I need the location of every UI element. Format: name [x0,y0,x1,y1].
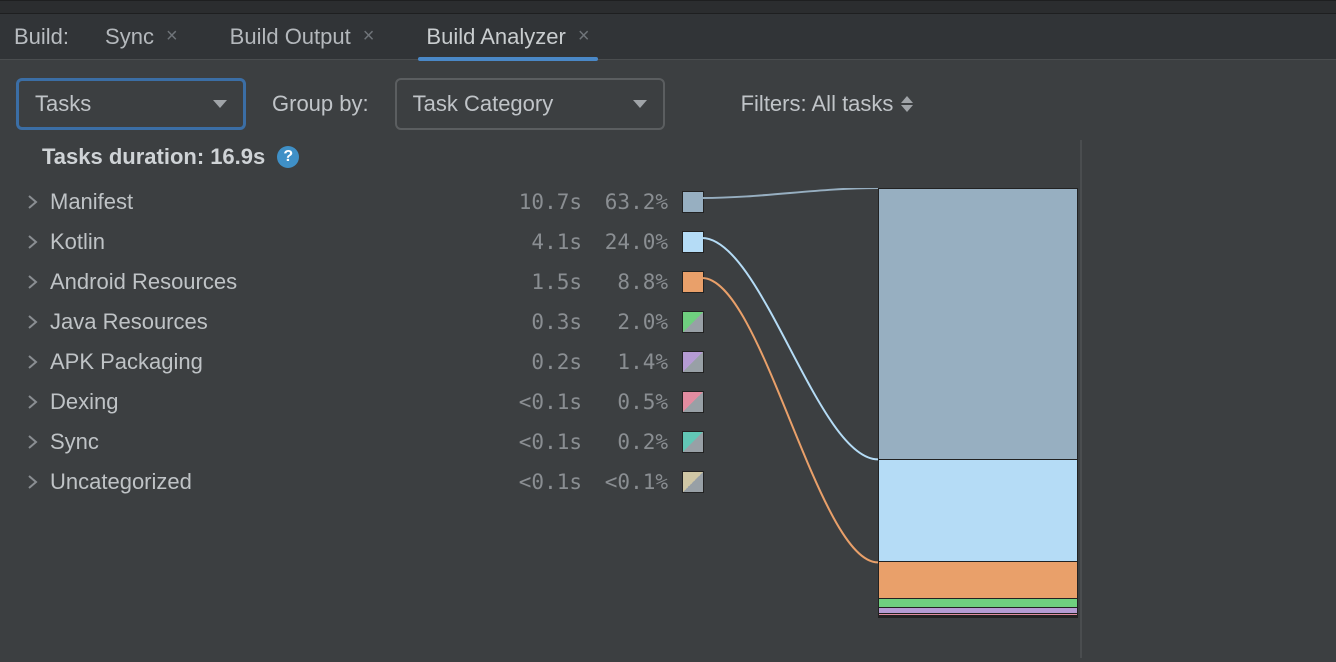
category-name: Android Resources [42,269,502,295]
category-duration: 4.1s [502,230,582,254]
category-duration: <0.1s [502,390,582,414]
color-swatch [682,431,704,453]
group-by-dropdown[interactable]: Task Category [395,78,665,130]
category-percent: 2.0% [588,310,668,334]
tasks-panel: Tasks duration: 16.9s ? Manifest10.7s63.… [0,140,1082,658]
chevron-right-icon [24,235,42,249]
help-icon[interactable]: ? [277,146,299,168]
title-value: 16.9s [210,144,265,170]
group-by-label: Group by: [272,91,369,117]
tab-sync[interactable]: Sync × [97,14,186,60]
dropdown-value: Task Category [413,91,554,117]
close-icon[interactable]: × [363,25,375,48]
tab-label: Build Output [230,24,351,50]
dropdown-value: Tasks [35,91,91,117]
filters-label: Filters: All tasks [741,91,894,117]
tasks-duration-title: Tasks duration: 16.9s ? [24,144,1080,178]
category-name: Manifest [42,189,502,215]
ide-top-strip [0,0,1336,14]
category-duration: 0.3s [502,310,582,334]
color-swatch [682,471,704,493]
category-name: Java Resources [42,309,502,335]
stack-segment [879,616,1077,617]
category-name: Sync [42,429,502,455]
category-percent: 63.2% [588,190,668,214]
category-percent: 0.2% [588,430,668,454]
color-swatch [682,231,704,253]
controls-row: Tasks Group by: Task Category Filters: A… [0,60,1336,140]
build-label: Build: [14,24,69,50]
category-duration: <0.1s [502,430,582,454]
category-name: APK Packaging [42,349,502,375]
category-duration: 1.5s [502,270,582,294]
tab-label: Sync [105,24,154,50]
tab-build-output[interactable]: Build Output × [222,14,383,60]
main-area: Tasks duration: 16.9s ? Manifest10.7s63.… [0,140,1336,658]
category-percent: 0.5% [588,390,668,414]
stack-segment [879,598,1077,607]
category-duration: 10.7s [502,190,582,214]
chevron-right-icon [24,475,42,489]
stacked-bar-chart [878,188,1078,618]
category-name: Dexing [42,389,502,415]
view-dropdown[interactable]: Tasks [16,78,246,130]
stack-segment [879,561,1077,599]
tab-build-analyzer[interactable]: Build Analyzer × [418,14,597,60]
stack-segment [879,189,1077,459]
chevron-right-icon [24,275,42,289]
chevron-right-icon [24,395,42,409]
category-name: Kotlin [42,229,502,255]
chevron-right-icon [24,195,42,209]
chevron-right-icon [24,435,42,449]
details-panel [1082,140,1336,658]
category-name: Uncategorized [42,469,502,495]
category-percent: 8.8% [588,270,668,294]
color-swatch [682,351,704,373]
category-percent: <0.1% [588,470,668,494]
build-tabs-row: Build: Sync × Build Output × Build Analy… [0,14,1336,60]
chevron-down-icon [633,100,647,108]
chevron-right-icon [24,315,42,329]
color-swatch [682,191,704,213]
color-swatch [682,391,704,413]
category-percent: 1.4% [588,350,668,374]
tab-label: Build Analyzer [426,24,565,50]
stack-segment [879,459,1077,561]
color-swatch [682,271,704,293]
title-prefix: Tasks duration: [42,144,204,170]
filters-control[interactable]: Filters: All tasks [741,91,914,117]
category-percent: 24.0% [588,230,668,254]
close-icon[interactable]: × [578,25,590,48]
category-duration: 0.2s [502,350,582,374]
category-duration: <0.1s [502,470,582,494]
chevron-right-icon [24,355,42,369]
sort-icon [901,96,913,112]
color-swatch [682,311,704,333]
close-icon[interactable]: × [166,25,178,48]
chevron-down-icon [213,100,227,108]
